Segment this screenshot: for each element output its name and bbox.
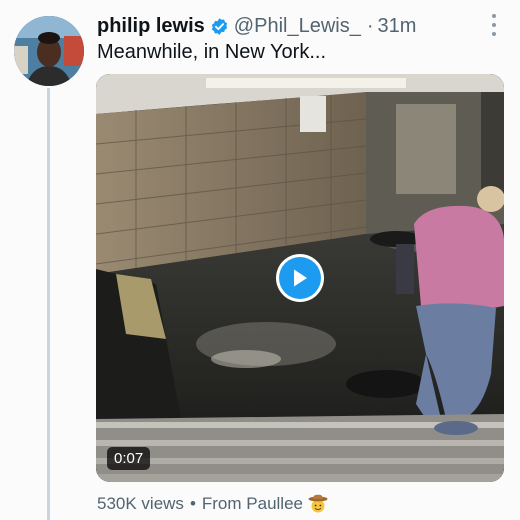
tweet-text: Meanwhile, in New York...: [97, 41, 327, 63]
thread-line: [47, 88, 50, 520]
play-button[interactable]: [276, 254, 324, 302]
author-handle[interactable]: @Phil_Lewis_: [234, 15, 361, 38]
view-count: 530K views: [97, 494, 184, 513]
tweet-footer: 530K views • From Paullee: [97, 494, 328, 514]
display-name[interactable]: philip lewis: [97, 15, 205, 38]
video-source-link[interactable]: From Paullee: [202, 494, 303, 514]
header-separator: ·: [366, 14, 374, 37]
timestamp[interactable]: 31m: [378, 15, 417, 38]
avatar[interactable]: [14, 16, 84, 86]
video-duration: 0:07: [107, 447, 151, 470]
footer-separator: •: [189, 494, 196, 513]
more-options-icon[interactable]: [490, 14, 498, 36]
tweet-header: philip lewis @Phil_Lewis_ · 31m: [97, 12, 416, 40]
user-avatar-icon: [14, 16, 84, 86]
verified-badge-icon: [211, 17, 227, 35]
cowboy-emoji-icon: [308, 494, 328, 513]
video-media[interactable]: 0:07: [96, 74, 504, 482]
tweet-card: philip lewis @Phil_Lewis_ · 31m Meanwhil…: [0, 0, 520, 520]
play-icon: [279, 257, 321, 299]
